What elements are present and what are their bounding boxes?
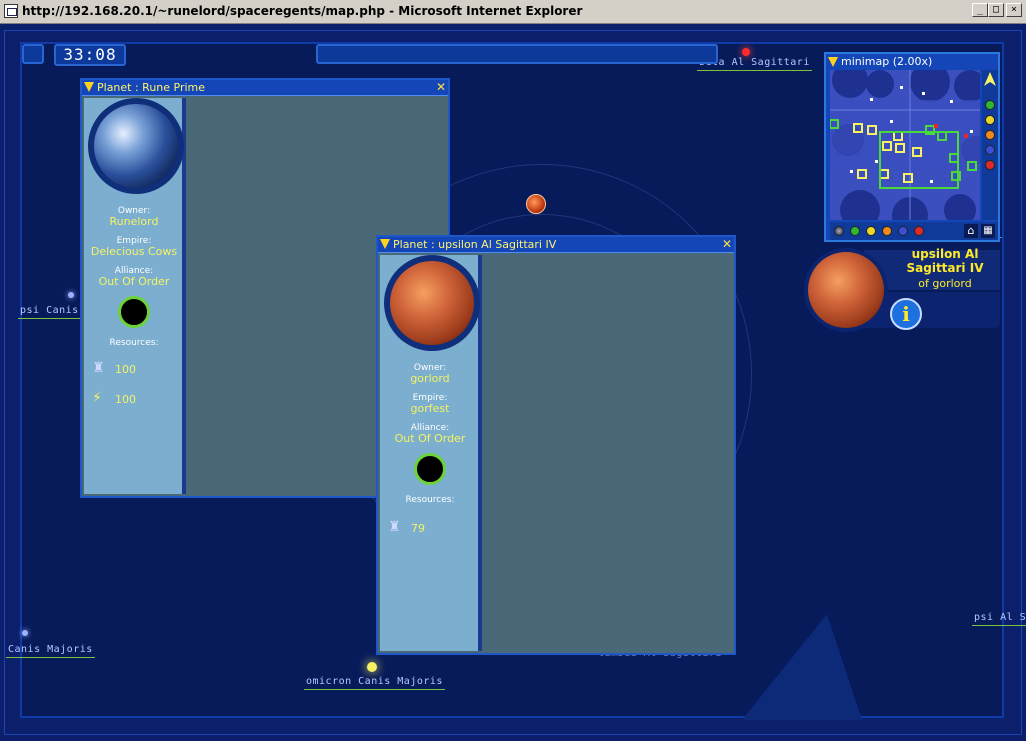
resource-value: 100	[115, 363, 136, 376]
earth-planet-image	[94, 104, 178, 188]
filter-green-icon[interactable]	[985, 100, 995, 110]
crystal-icon: ♜	[388, 519, 401, 535]
planet-sidebar: Owner: gorlord Empire: gorfest Alliance:…	[380, 255, 482, 651]
toggle-yellow-icon[interactable]	[866, 226, 876, 236]
window-title: Planet : upsilon Al Sagittari IV	[393, 238, 557, 251]
resources-label: Resources:	[405, 495, 455, 505]
filter-blue-icon[interactable]	[985, 145, 995, 155]
minimap-view[interactable]	[830, 70, 980, 220]
filter-red-icon[interactable]	[985, 160, 995, 170]
crystal-icon: ♜	[92, 360, 105, 376]
selected-planet-name: upsilon Al Sagittari IV	[906, 247, 984, 275]
close-icon[interactable]: ✕	[722, 238, 732, 251]
close-icon[interactable]: ✕	[436, 81, 446, 94]
alliance-emblem	[118, 296, 150, 328]
filter-yellow-icon[interactable]	[985, 115, 995, 125]
selected-planet-owner: of gorlord	[918, 277, 972, 290]
mars-planet-image	[808, 252, 884, 328]
ship-icon[interactable]	[984, 72, 996, 86]
minimap-toolbar: ⌂ ▦	[830, 222, 998, 240]
info-button[interactable]: i	[890, 298, 922, 330]
toggle-orange-icon[interactable]	[882, 226, 892, 236]
window-header[interactable]: Planet : Rune Prime ✕	[82, 80, 448, 96]
planet-sidebar: Owner: Runelord Empire: Delecious Cows A…	[84, 98, 186, 494]
collapse-triangle-icon[interactable]	[828, 57, 838, 67]
browser-title: http://192.168.20.1/~runelord/spaceregen…	[22, 4, 583, 18]
alliance-value[interactable]: Out Of Order	[84, 275, 184, 288]
game-app: beta Al Sagittari psi Canis M Canis Majo…	[0, 24, 1026, 741]
resources-label: Resources:	[109, 338, 159, 348]
owner-value[interactable]: Runelord	[84, 215, 184, 228]
minimap-filter-bar	[982, 70, 998, 220]
window-title: Planet : Rune Prime	[97, 81, 206, 94]
ie-page-icon	[4, 4, 18, 18]
star-canis-majoris[interactable]	[22, 630, 28, 636]
star-beta-al-sagittari[interactable]	[742, 48, 750, 56]
mars-planet-image	[390, 261, 474, 345]
alliance-emblem	[414, 453, 446, 485]
planet-thumbnail-frame	[804, 248, 888, 332]
browser-title-bar: http://192.168.20.1/~runelord/spaceregen…	[0, 0, 1026, 24]
minimize-button[interactable]: _	[972, 3, 988, 17]
planet-image-frame	[88, 98, 184, 194]
star-psi-canis[interactable]	[68, 292, 74, 298]
star-label[interactable]: omicron Canis Majoris	[304, 676, 445, 690]
energy-icon: ⚡	[92, 390, 102, 406]
resource-value: 100	[115, 393, 136, 406]
empire-value[interactable]: gorfest	[380, 402, 480, 415]
game-clock: 33:08	[54, 44, 126, 66]
owner-value[interactable]: gorlord	[380, 372, 480, 385]
toggle-red-icon[interactable]	[914, 226, 924, 236]
collapse-triangle-icon[interactable]	[380, 239, 390, 249]
empire-value[interactable]: Delecious Cows	[84, 245, 184, 258]
grid-icon[interactable]: ▦	[981, 224, 995, 238]
minimap-title: minimap (2.00x)	[841, 55, 933, 68]
window-header[interactable]: Planet : upsilon Al Sagittari IV ✕	[378, 237, 734, 253]
toggle-blue-icon[interactable]	[898, 226, 908, 236]
planet-marker[interactable]	[526, 194, 546, 214]
close-window-button[interactable]: ×	[1006, 3, 1022, 17]
status-bar	[316, 44, 718, 64]
selected-planet-panel[interactable]: upsilon Al Sagittari IV of gorlord i	[804, 244, 1000, 334]
alliance-value[interactable]: Out Of Order	[380, 432, 480, 445]
toggle-green-icon[interactable]	[850, 226, 860, 236]
planet-image-frame	[384, 255, 480, 351]
filter-orange-icon[interactable]	[985, 130, 995, 140]
planet-window-upsilon[interactable]: Planet : upsilon Al Sagittari IV ✕ Owner…	[376, 235, 736, 655]
resource-value: 79	[411, 522, 425, 535]
fleet-shadow	[742, 614, 862, 720]
star-label[interactable]: psi Al S	[972, 612, 1026, 626]
minimap-canvas	[830, 70, 980, 220]
collapse-triangle-icon[interactable]	[84, 82, 94, 92]
minimap-window[interactable]: minimap (2.00x) ⌂ ▦	[824, 52, 1000, 242]
star-omicron-canis-majoris[interactable]	[367, 662, 377, 672]
globe-icon[interactable]	[834, 226, 844, 236]
menu-square-button[interactable]	[22, 44, 44, 64]
maximize-button[interactable]: □	[988, 3, 1004, 17]
star-label[interactable]: Canis Majoris	[6, 644, 95, 658]
home-icon[interactable]: ⌂	[964, 224, 978, 238]
